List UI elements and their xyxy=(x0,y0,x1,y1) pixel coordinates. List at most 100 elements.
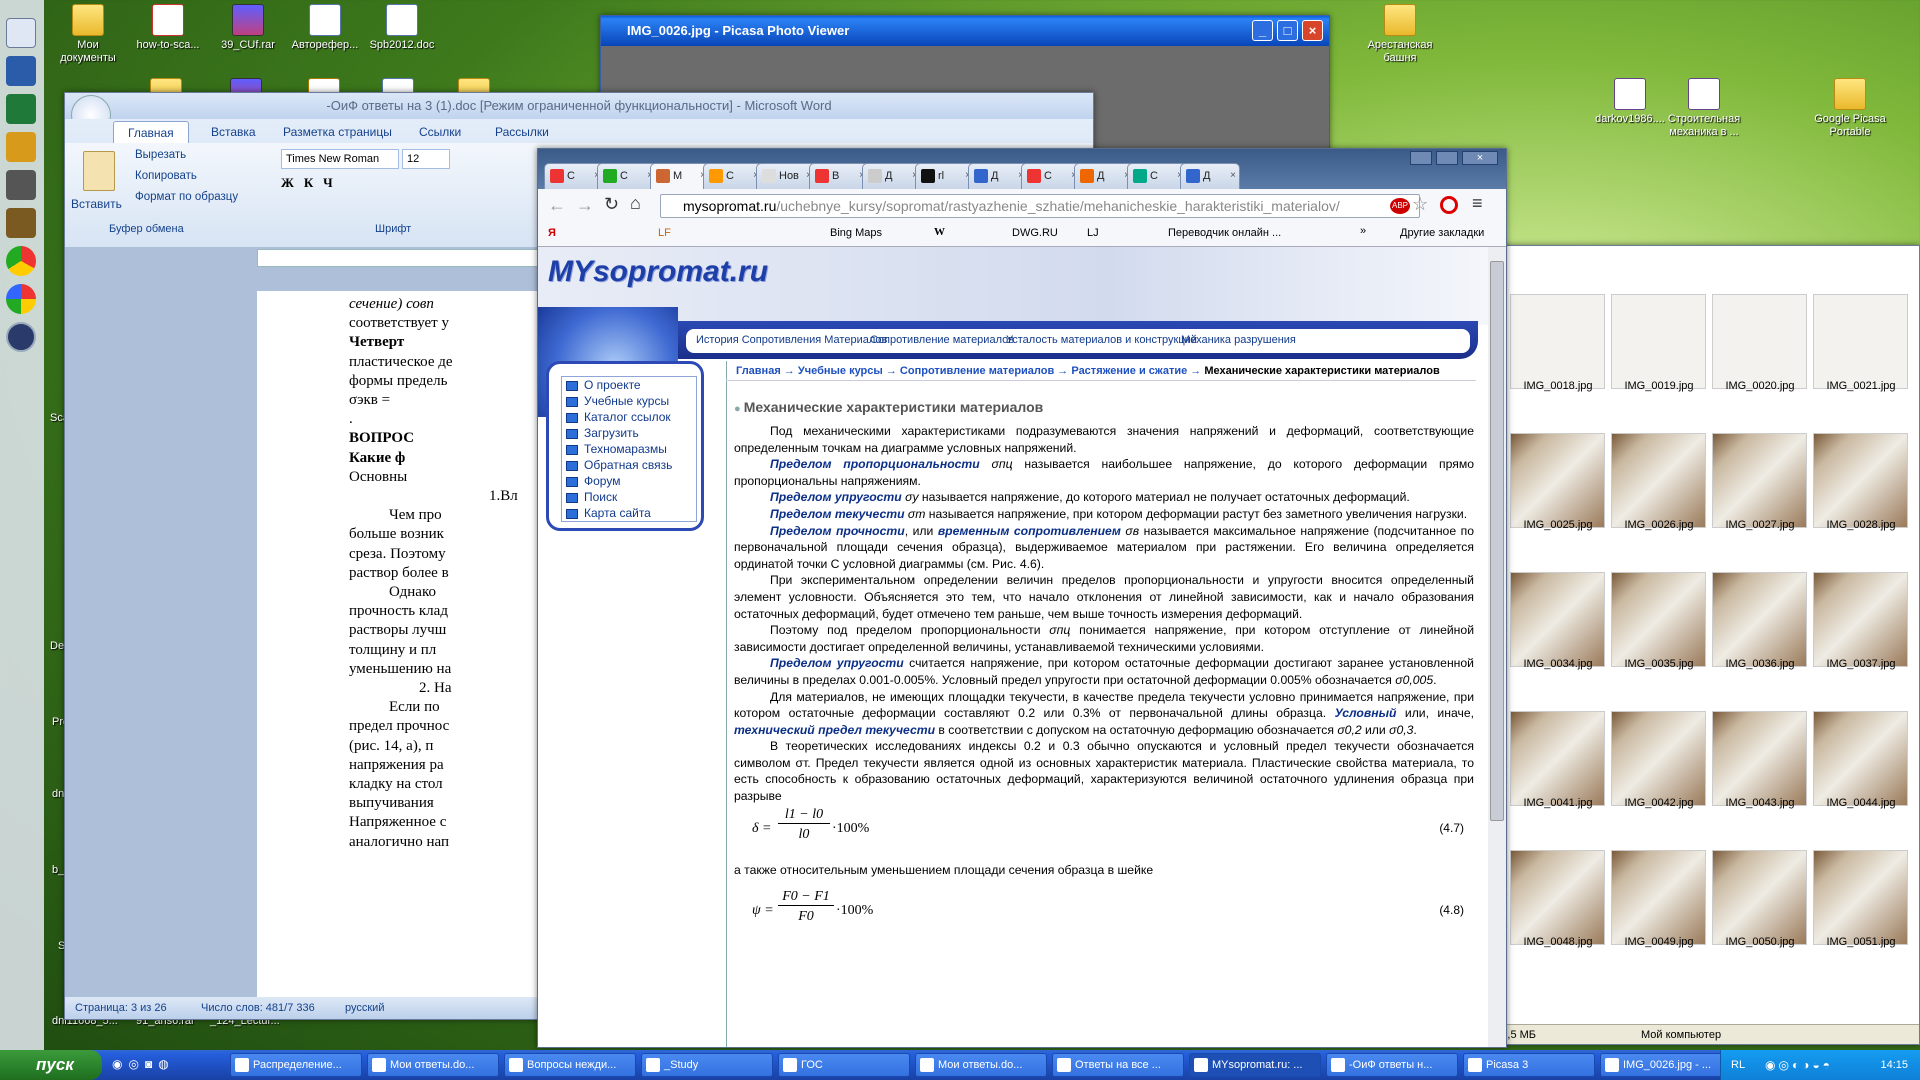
thumbnail-image[interactable] xyxy=(1813,294,1908,389)
tab-close-icon[interactable]: × xyxy=(1230,164,1236,188)
menu-icon[interactable]: ≡ xyxy=(1472,193,1483,214)
castle-icon[interactable] xyxy=(6,208,36,238)
breadcrumb-sopromat[interactable]: Сопротивление материалов xyxy=(900,365,1054,377)
maximize-button[interactable]: □ xyxy=(1277,20,1298,41)
bookmark-bing-maps[interactable]: Bing Maps xyxy=(830,227,882,239)
browser-tab[interactable]: Д× xyxy=(968,163,1028,189)
font-name-select[interactable]: Times New Roman xyxy=(281,149,399,169)
side-menu-item[interactable]: Карта сайта xyxy=(562,505,696,521)
browser-tab[interactable]: С× xyxy=(1021,163,1081,189)
breadcrumb-courses[interactable]: Учебные курсы xyxy=(798,365,883,377)
chrome-icon[interactable] xyxy=(6,246,36,276)
desktop-icon-darkov[interactable]: darkov1986.... xyxy=(1590,78,1670,126)
side-menu-item[interactable]: Форум xyxy=(562,473,696,489)
taskbar-item[interactable]: MYsopromat.ru: ... xyxy=(1189,1053,1321,1077)
thumbnail-image[interactable] xyxy=(1611,572,1706,667)
side-menu-item[interactable]: Каталог ссылок xyxy=(562,409,696,425)
chrome-window[interactable]: С×С×М×С×Нов×В×Д×rl×Д×С×Д×С×Д× × ← → ↻ ⌂ … xyxy=(537,148,1507,1048)
thumbnail-image[interactable] xyxy=(1712,711,1807,806)
close-button[interactable]: × xyxy=(1462,151,1498,165)
thumbnail-caption[interactable]: IMG_0051.jpg xyxy=(1796,936,1920,948)
status-page[interactable]: Страница: 3 из 26 xyxy=(75,997,167,1019)
taskbar-item[interactable]: Picasa 3 xyxy=(1463,1053,1595,1077)
thumbnail-image[interactable] xyxy=(1510,572,1605,667)
thumbnail-caption[interactable]: IMG_0021.jpg xyxy=(1796,380,1920,392)
gimp-icon[interactable] xyxy=(6,170,36,200)
nav-history[interactable]: История Сопротивления Материалов xyxy=(696,334,887,346)
adblock-icon[interactable]: ABP xyxy=(1390,198,1410,214)
taskbar-item[interactable]: -ОиФ ответы н... xyxy=(1326,1053,1458,1077)
bookmark-lf[interactable]: LF xyxy=(658,227,671,239)
tab-page-layout[interactable]: Разметка страницы xyxy=(269,121,406,143)
taskbar-item[interactable]: ГОС xyxy=(778,1053,910,1077)
thumbnail-caption[interactable]: IMG_0044.jpg xyxy=(1796,797,1920,809)
apps-icon[interactable] xyxy=(6,132,36,162)
vertical-scrollbar[interactable] xyxy=(1488,247,1506,1047)
explorer-window[interactable]: IMG_0018.jpg IMG_0019.jpg IMG_0020.jpg IMG_… xyxy=(1475,245,1920,1045)
reload-icon[interactable]: ↻ xyxy=(604,194,619,215)
thumbnail-image[interactable] xyxy=(1510,850,1605,945)
nav-sopromat[interactable]: Сопротивление материалов xyxy=(870,334,1014,346)
taskbar-item[interactable]: Вопросы нежди... xyxy=(504,1053,636,1077)
home-icon[interactable]: ⌂ xyxy=(630,193,641,214)
desktop-icon-picasa-portable[interactable]: Google Picasa Portable xyxy=(1810,78,1890,139)
browser-tab[interactable]: С× xyxy=(703,163,763,189)
desktop-icon-pdf[interactable]: how-to-sca... xyxy=(128,4,208,52)
thumbnail-image[interactable] xyxy=(1712,850,1807,945)
thumbnail-image[interactable] xyxy=(1712,294,1807,389)
breadcrumb-home[interactable]: Главная xyxy=(736,365,781,377)
address-bar[interactable]: mysopromat.ru/uchebnye_kursy/sopromat/ra… xyxy=(660,194,1420,218)
maximize-button[interactable] xyxy=(1436,151,1458,165)
thumbnail-image[interactable] xyxy=(1813,850,1908,945)
extension-icon[interactable] xyxy=(1440,196,1458,214)
picasa-title-bar[interactable]: IMG_0026.jpg - Picasa Photo Viewer xyxy=(601,16,1329,46)
tab-insert[interactable]: Вставка xyxy=(197,121,270,143)
desktop-icon-doc-avtoref[interactable]: Автоpефер... xyxy=(285,4,365,52)
scrollbar-thumb[interactable] xyxy=(1490,261,1504,821)
browser-tab[interactable]: Нов× xyxy=(756,163,816,189)
format-buttons[interactable]: ЖКЧ xyxy=(281,175,491,197)
thumbnail-image[interactable] xyxy=(1712,433,1807,528)
tab-references[interactable]: Ссылки xyxy=(405,121,475,143)
thumbnail-image[interactable] xyxy=(1712,572,1807,667)
bookmark-dwg[interactable]: DWG.RU xyxy=(1012,227,1058,239)
desktop-icon-my-documents[interactable]: Мои документы xyxy=(48,4,128,65)
side-menu-item[interactable]: О проекте xyxy=(562,377,696,393)
side-menu-item[interactable]: Учебные курсы xyxy=(562,393,696,409)
thumbnail-caption[interactable]: IMG_0037.jpg xyxy=(1796,658,1920,670)
back-icon[interactable]: ← xyxy=(548,195,566,216)
side-menu-item[interactable]: Обратная связь xyxy=(562,457,696,473)
browser-tab[interactable]: С× xyxy=(597,163,657,189)
browser-tab[interactable]: В× xyxy=(809,163,869,189)
bookmark-wikipedia[interactable]: W xyxy=(934,226,945,238)
desktop-icon-arestanskaya[interactable]: Арестанская башня xyxy=(1360,4,1440,65)
bookmark-translator[interactable]: Переводчик онлайн ... xyxy=(1168,227,1281,239)
format-painter-button[interactable]: Формат по образцу xyxy=(135,191,238,203)
browser-tab[interactable]: rl× xyxy=(915,163,975,189)
side-menu-item[interactable]: Техномаразмы xyxy=(562,441,696,457)
taskbar-item[interactable]: Распределение... xyxy=(230,1053,362,1077)
taskbar-item[interactable]: IMG_0026.jpg - ... xyxy=(1600,1053,1732,1077)
thumbnail-image[interactable] xyxy=(1510,433,1605,528)
word-title-bar[interactable]: -ОиФ ответы на 3 (1).doc [Режим ограниче… xyxy=(65,93,1093,119)
picasa-icon[interactable] xyxy=(6,284,36,314)
taskbar-item[interactable]: _Study xyxy=(641,1053,773,1077)
font-size-select[interactable]: 12 xyxy=(402,149,450,169)
thumbnail-image[interactable] xyxy=(1813,433,1908,528)
bookmark-yandex[interactable]: Я xyxy=(548,227,556,239)
thumbnail-image[interactable] xyxy=(1611,711,1706,806)
desktop-icon-stroitelnaya[interactable]: Строительная механика в ... xyxy=(1664,78,1744,139)
taskbar-item[interactable]: Мои ответы.do... xyxy=(915,1053,1047,1077)
browser-tab[interactable]: Д× xyxy=(1180,163,1240,189)
excel-icon[interactable] xyxy=(6,94,36,124)
nav-fracture[interactable]: Механика разрушения xyxy=(1181,334,1296,346)
clock[interactable]: 14:15 xyxy=(1880,1050,1908,1080)
side-menu-item[interactable]: Поиск xyxy=(562,489,696,505)
thumbnail-image[interactable] xyxy=(1510,294,1605,389)
paste-button[interactable]: Вставить xyxy=(71,197,122,211)
nav-fatigue[interactable]: Усталость материалов и конструкций xyxy=(1006,334,1197,346)
language-indicator[interactable]: RL xyxy=(1731,1050,1745,1080)
lock-icon[interactable] xyxy=(6,322,36,352)
browser-tab[interactable]: Д× xyxy=(862,163,922,189)
thumbnail-caption[interactable]: IMG_0028.jpg xyxy=(1796,519,1920,531)
